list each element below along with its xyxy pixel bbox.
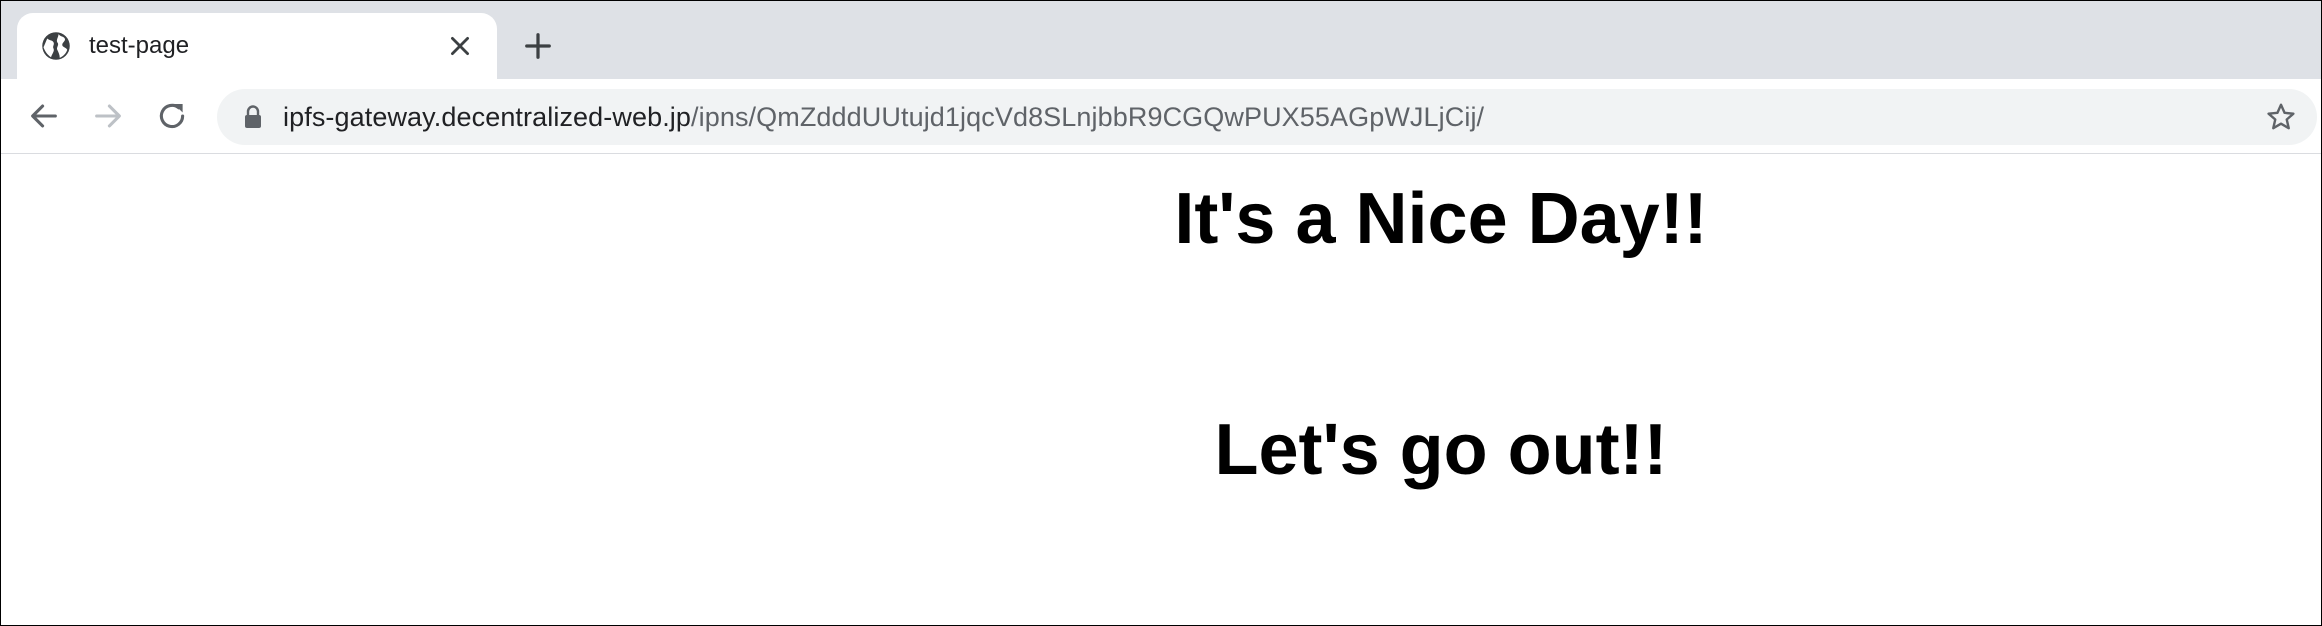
url-text[interactable]: ipfs-gateway.decentralized-web.jp/ipns/Q… <box>283 101 1484 133</box>
browser-toolbar: ipfs-gateway.decentralized-web.jp/ipns/Q… <box>1 79 2321 154</box>
tab-active[interactable]: test-page <box>17 13 497 79</box>
tab-strip: test-page <box>1 1 2321 79</box>
arrow-right-icon[interactable] <box>91 99 125 133</box>
globe-icon <box>42 32 70 60</box>
tab-title: test-page <box>89 32 190 59</box>
address-bar[interactable]: ipfs-gateway.decentralized-web.jp/ipns/Q… <box>217 89 2317 145</box>
star-icon[interactable] <box>2265 101 2297 133</box>
url-path: /ipns/QmZdddUUtujd1jqcVd8SLnjbbR9CGQwPUX… <box>691 102 1485 132</box>
url-host: ipfs-gateway.decentralized-web.jp <box>283 102 692 132</box>
page-content: It's a Nice Day!! Let's go out!! <box>1 154 2321 625</box>
arrow-left-icon[interactable] <box>27 99 61 133</box>
close-icon[interactable] <box>447 33 473 59</box>
lock-icon <box>245 105 261 128</box>
plus-icon[interactable] <box>523 31 553 61</box>
browser-window: test-page ipfs-gateway.decentralized-web… <box>0 0 2322 626</box>
page-heading-nice-day: It's a Nice Day!! <box>1174 179 1708 259</box>
reload-icon[interactable] <box>155 99 189 133</box>
page-heading-go-out: Let's go out!! <box>1214 410 1668 490</box>
